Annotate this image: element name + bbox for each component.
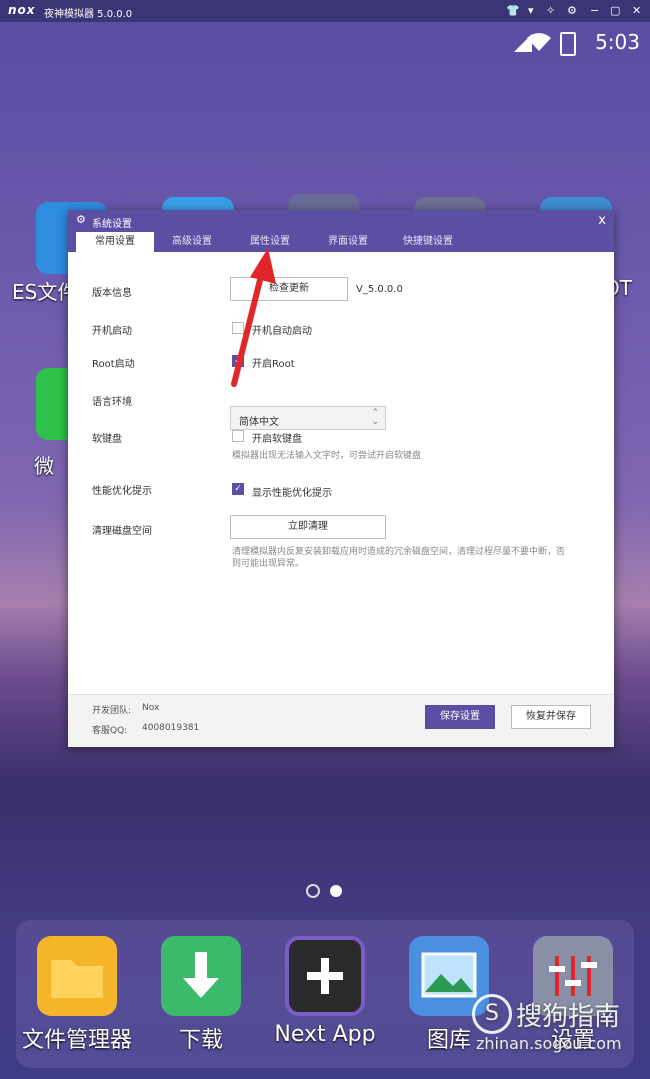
minimize-icon[interactable]: − [590, 4, 599, 17]
annotation-arrow-icon [231, 248, 276, 387]
shirt-icon[interactable]: 👕 [506, 4, 520, 17]
menu-icon[interactable]: ▾ [528, 4, 534, 17]
close-icon[interactable]: ✕ [632, 4, 641, 17]
emulator-titlebar: nox 夜神模拟器 5.0.0.0 👕 ▾ ✧ ⚙ − ▢ ✕ [0, 0, 650, 22]
emulator-title: 夜神模拟器 5.0.0.0 [44, 9, 133, 20]
gear-icon[interactable]: ⚙ [567, 4, 577, 17]
nox-logo: nox [8, 3, 36, 17]
pin-icon[interactable]: ✧ [546, 4, 555, 17]
restore-icon[interactable]: ▢ [610, 4, 620, 17]
android-screen: 5:03 ES文件 OT 微 文件管理器 下载 Next App 图库 设置 S… [0, 22, 650, 1079]
